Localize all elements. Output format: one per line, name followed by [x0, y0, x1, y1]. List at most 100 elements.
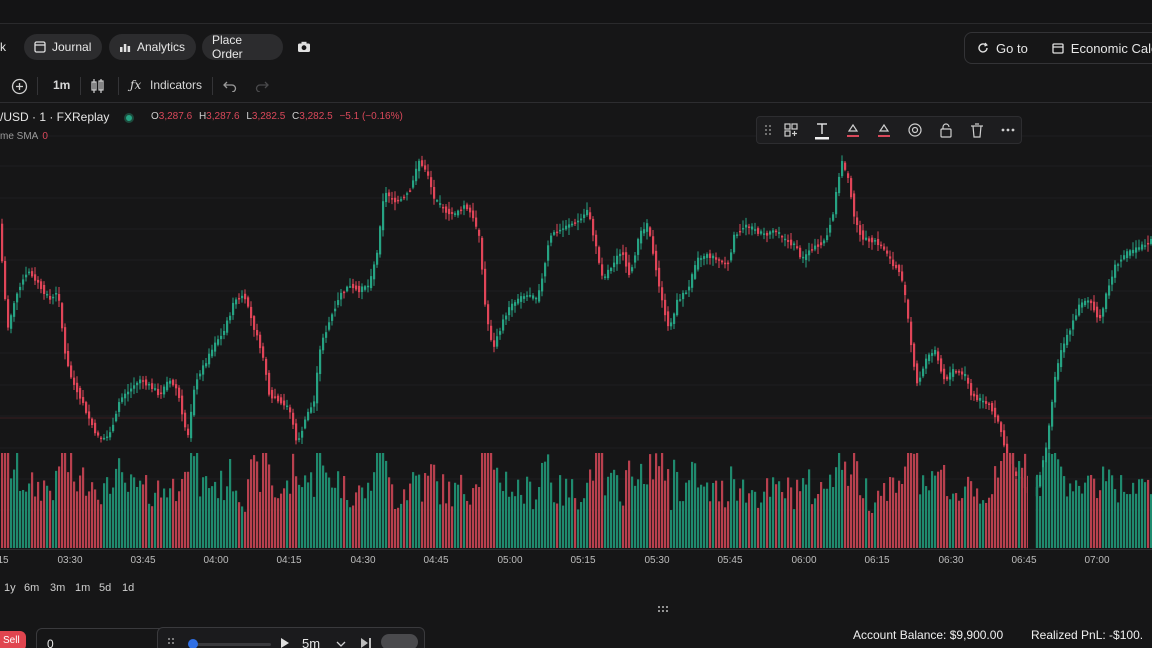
volume-bar — [1093, 478, 1096, 548]
volume-bar — [922, 475, 925, 548]
volume-bar — [1090, 474, 1093, 548]
auto-play-toggle[interactable] — [381, 634, 418, 648]
play-icon[interactable] — [280, 637, 290, 648]
candles-icon[interactable] — [90, 78, 105, 94]
range-option[interactable]: 1d — [122, 582, 134, 594]
interval-selector[interactable]: 1m — [53, 78, 70, 92]
price-chart[interactable] — [0, 104, 1152, 572]
more-icon[interactable] — [1000, 122, 1016, 138]
range-option[interactable]: 5d — [99, 582, 111, 594]
candle — [964, 366, 967, 381]
candle — [745, 217, 748, 236]
skip-forward-icon[interactable] — [360, 637, 372, 648]
candle — [730, 249, 733, 263]
journal-button[interactable]: Journal — [24, 34, 102, 60]
range-option[interactable]: 3m — [50, 582, 65, 594]
candle — [103, 433, 106, 441]
volume-bar — [940, 469, 943, 548]
toolbar-left-fragment[interactable]: k — [0, 40, 6, 54]
candle — [271, 387, 274, 403]
ohlc-readout: O3,287.6 H3,287.6 L3,282.5 C3,282.5 −5.1… — [147, 111, 403, 122]
candle — [1105, 292, 1108, 313]
undo-icon[interactable] — [223, 80, 237, 92]
line-color-icon[interactable] — [876, 122, 892, 138]
volume-bar — [217, 498, 220, 548]
candle — [709, 249, 712, 265]
refresh-icon — [978, 42, 988, 53]
settings-icon[interactable] — [907, 122, 923, 138]
indicator-name[interactable]: me SMA — [0, 131, 38, 142]
quantity-input[interactable]: 0 — [36, 628, 166, 648]
candle — [289, 404, 292, 419]
volume-bar — [670, 510, 673, 548]
candle — [58, 286, 61, 307]
volume-bar — [292, 453, 295, 548]
volume-bar — [673, 459, 676, 548]
replay-progress-track[interactable] — [191, 643, 271, 646]
sell-button[interactable]: Sell — [0, 631, 26, 648]
candle — [334, 300, 337, 317]
lock-icon[interactable] — [938, 122, 954, 138]
volume-bar — [31, 472, 34, 548]
volume-bar — [928, 490, 931, 548]
symbol-title[interactable]: /USD · 1 · FXReplay — [0, 110, 109, 124]
candle — [316, 366, 319, 411]
volume-bar — [655, 453, 658, 548]
range-option[interactable]: 1y — [4, 582, 16, 594]
candle — [739, 223, 742, 236]
analytics-button[interactable]: Analytics — [109, 34, 196, 60]
volume-bar — [1087, 475, 1090, 548]
candle — [1039, 471, 1042, 488]
redo-icon[interactable] — [255, 80, 269, 92]
range-option[interactable]: 1m — [75, 582, 90, 594]
replay-progress-handle[interactable] — [188, 639, 198, 648]
volume-bar — [877, 490, 880, 548]
volume-bar — [586, 482, 589, 548]
volume-bar — [400, 503, 403, 548]
volume-bar — [106, 477, 109, 548]
drag-handle-icon[interactable] — [760, 122, 776, 138]
panel-resize-grip-icon[interactable] — [657, 605, 669, 613]
volume-bar — [952, 493, 955, 548]
volume-bar — [199, 496, 202, 548]
volume-bar — [1132, 482, 1135, 548]
camera-icon[interactable] — [297, 40, 311, 54]
candle — [574, 218, 577, 227]
time-axis-label: 06:30 — [938, 555, 964, 566]
analytics-label: Analytics — [137, 40, 186, 54]
volume-bar — [619, 501, 622, 548]
volume-bar — [118, 458, 121, 548]
replay-speed[interactable]: 5m — [302, 636, 320, 648]
volume-bar — [907, 453, 910, 548]
volume-bar — [124, 482, 127, 548]
candle — [1135, 240, 1138, 259]
add-symbol-icon[interactable] — [11, 78, 28, 95]
economic-calendar-button[interactable]: Economic Cale — [1040, 33, 1152, 63]
divider — [118, 77, 119, 95]
candle — [649, 226, 652, 237]
range-option[interactable]: 6m — [24, 582, 39, 594]
volume-bar — [7, 453, 10, 548]
place-order-button[interactable]: Place Order — [202, 33, 283, 61]
chevron-down-icon[interactable] — [336, 640, 346, 648]
volume-bar — [694, 463, 697, 548]
go-to-button[interactable]: Go to — [965, 33, 1040, 63]
fill-color-icon[interactable] — [845, 122, 861, 138]
volume-bar — [346, 500, 349, 548]
volume-bar — [232, 491, 235, 548]
volume-bar — [181, 478, 184, 548]
candle — [694, 260, 697, 281]
templates-icon[interactable] — [783, 122, 799, 138]
candle — [169, 377, 172, 388]
candle — [13, 301, 16, 322]
delete-icon[interactable] — [969, 122, 985, 138]
indicators-button[interactable]: Indicators — [150, 78, 202, 92]
candle — [226, 317, 229, 336]
candle — [337, 292, 340, 308]
drag-handle-icon[interactable] — [166, 636, 176, 648]
volume-bar — [763, 491, 766, 548]
text-tool-icon[interactable] — [814, 122, 830, 140]
volume-bar — [331, 487, 334, 548]
candle — [55, 286, 58, 302]
candle — [208, 348, 211, 368]
